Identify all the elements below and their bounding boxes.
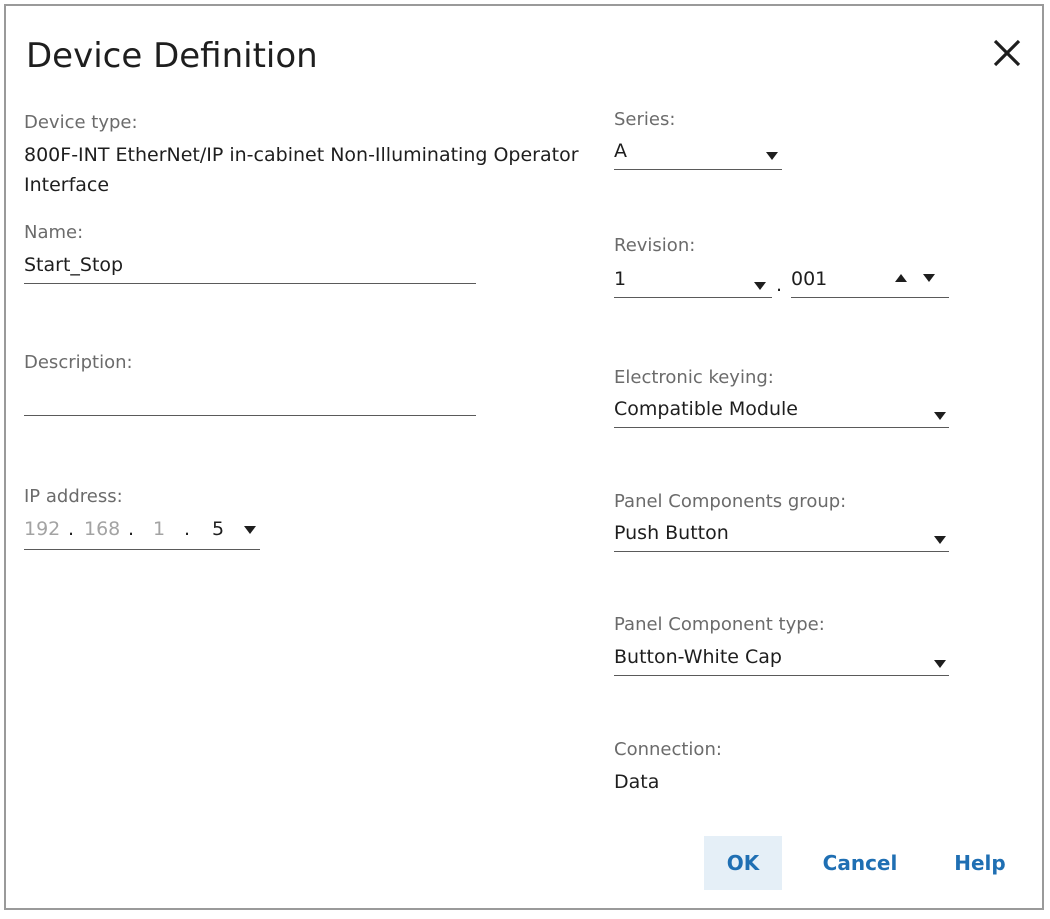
description-input[interactable] xyxy=(24,384,476,416)
panel-group-value: Push Button xyxy=(614,522,729,544)
chevron-down-icon[interactable] xyxy=(934,660,946,668)
chevron-down-icon[interactable] xyxy=(923,274,935,282)
device-type-label: Device type: xyxy=(24,112,138,133)
chevron-down-icon[interactable] xyxy=(934,412,946,420)
revision-major-value: 1 xyxy=(614,268,627,290)
panel-type-select[interactable]: Button-White Cap xyxy=(614,644,949,676)
revision-major-select[interactable]: 1 xyxy=(614,266,772,298)
close-icon[interactable] xyxy=(990,36,1024,70)
device-definition-dialog: Device Definition Device type: 800F-INT … xyxy=(4,4,1044,910)
name-label: Name: xyxy=(24,222,84,243)
ip-octet-3[interactable]: 1 xyxy=(153,518,165,540)
connection-label: Connection: xyxy=(614,739,722,760)
ip-octet-2[interactable]: 168 xyxy=(84,518,120,540)
chevron-down-icon[interactable] xyxy=(934,536,946,544)
name-input-value: Start_Stop xyxy=(24,254,124,276)
ip-address-label: IP address: xyxy=(24,486,123,507)
panel-type-label: Panel Component type: xyxy=(614,614,825,635)
device-type-value: 800F-INT EtherNet/IP in-cabinet Non-Illu… xyxy=(24,144,579,196)
electronic-keying-label: Electronic keying: xyxy=(614,367,774,388)
chevron-up-icon[interactable] xyxy=(895,274,907,282)
ip-separator-1: . xyxy=(68,518,75,540)
ip-separator-3: . xyxy=(184,518,191,540)
ip-separator-2: . xyxy=(128,518,135,540)
dialog-title: Device Definition xyxy=(26,36,318,76)
chevron-down-icon[interactable] xyxy=(766,152,778,160)
ip-octet-1[interactable]: 192 xyxy=(24,518,60,540)
revision-minor-stepper[interactable]: 001 xyxy=(791,266,949,298)
panel-group-select[interactable]: Push Button xyxy=(614,520,949,552)
cancel-button[interactable]: Cancel xyxy=(812,836,908,890)
revision-minor-value: 001 xyxy=(791,268,828,290)
help-button[interactable]: Help xyxy=(942,836,1018,890)
series-select[interactable]: A xyxy=(614,138,782,170)
name-input[interactable]: Start_Stop xyxy=(24,252,476,284)
panel-group-label: Panel Components group: xyxy=(614,491,847,512)
series-select-value: A xyxy=(614,140,627,162)
chevron-down-icon[interactable] xyxy=(244,526,256,534)
ip-address-input[interactable]: 192 . 168 . 1 . 5 xyxy=(24,516,260,550)
panel-type-value: Button-White Cap xyxy=(614,646,782,668)
chevron-down-icon[interactable] xyxy=(754,282,766,290)
connection-value: Data xyxy=(614,771,660,793)
ip-octet-4[interactable]: 5 xyxy=(212,518,224,540)
revision-label: Revision: xyxy=(614,235,696,256)
description-label: Description: xyxy=(24,352,133,373)
electronic-keying-select[interactable]: Compatible Module xyxy=(614,396,949,428)
revision-separator: . xyxy=(776,274,783,296)
ok-button[interactable]: OK xyxy=(704,836,782,890)
series-label: Series: xyxy=(614,109,676,130)
electronic-keying-value: Compatible Module xyxy=(614,398,798,420)
